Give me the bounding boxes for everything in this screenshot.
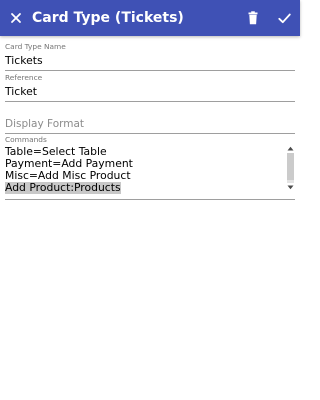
commands-field[interactable]: Commands Table=Select Table Payment=Add … [5, 135, 295, 203]
arrow-down-icon [287, 185, 294, 190]
card-type-name-label: Card Type Name [5, 42, 66, 51]
commands-scrollbar[interactable] [286, 145, 295, 191]
display-format-field[interactable]: Display Format [5, 103, 295, 135]
reference-underline [5, 101, 295, 102]
arrow-up-icon [287, 146, 294, 151]
card-type-name-value: Tickets [5, 54, 43, 67]
commands-textarea[interactable]: Table=Select Table Payment=Add Payment M… [5, 146, 286, 194]
confirm-button[interactable] [272, 0, 296, 36]
page-title: Card Type (Tickets) [32, 10, 184, 26]
close-button[interactable] [4, 0, 28, 36]
reference-value: Ticket [5, 85, 37, 98]
scroll-track[interactable] [287, 153, 294, 183]
delete-button[interactable] [241, 0, 265, 36]
card-type-name-field[interactable]: Card Type Name Tickets [5, 39, 295, 72]
scroll-up-arrow[interactable] [286, 145, 295, 152]
scroll-thumb[interactable] [287, 153, 294, 180]
commands-label: Commands [5, 135, 47, 144]
reference-field[interactable]: Reference Ticket [5, 70, 295, 103]
display-format-input[interactable]: Display Format [5, 118, 84, 130]
trash-icon [248, 11, 258, 25]
command-line-selected[interactable]: Add Product:Products [5, 182, 121, 194]
check-icon [277, 13, 291, 23]
scroll-down-arrow[interactable] [286, 184, 295, 191]
reference-label: Reference [5, 73, 43, 82]
commands-underline [5, 199, 295, 200]
close-icon [11, 13, 21, 23]
display-format-underline [5, 133, 295, 134]
app-bar: Card Type (Tickets) [0, 0, 300, 36]
